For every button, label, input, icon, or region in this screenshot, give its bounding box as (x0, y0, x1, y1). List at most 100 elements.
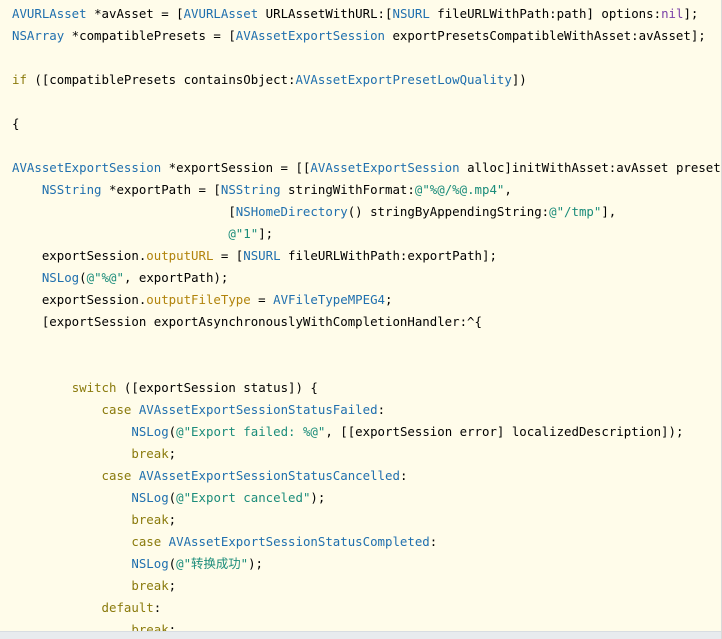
code-token: : (153, 600, 162, 615)
code-token: AVAssetExportSession (310, 160, 460, 175)
code-token: nil (661, 6, 684, 21)
code-token: AVAssetExportSessionStatusCancelled (138, 468, 400, 483)
code-token: ([compatiblePresets containsObject: (26, 72, 296, 87)
code-token: = [ (213, 248, 244, 263)
code-token: @"Export canceled" (176, 490, 311, 505)
horizontal-scrollbar[interactable] (0, 631, 721, 639)
code-line[interactable]: break; (12, 577, 176, 595)
code-token: @"Export failed: %@" (176, 424, 326, 439)
code-token: NSHomeDirectory (235, 204, 348, 219)
code-token: switch (71, 380, 117, 395)
code-line[interactable]: @"1"]; (12, 225, 273, 243)
code-token: ); (248, 556, 264, 571)
code-token: , exportPath); (123, 270, 229, 285)
code-token: *avAsset = [ (86, 6, 184, 21)
code-line[interactable]: NSString *exportPath = [NSString stringW… (12, 181, 512, 199)
code-token: NSArray (12, 28, 65, 43)
code-token: [ (12, 204, 236, 219)
code-token: exportSession. (12, 292, 147, 307)
code-line[interactable]: case AVAssetExportSessionStatusFailed: (12, 401, 386, 419)
code-token: : (429, 534, 438, 549)
code-line[interactable]: NSLog(@"转换成功"); (12, 555, 263, 573)
code-token: ); (310, 490, 326, 505)
code-line[interactable]: if ([compatiblePresets containsObject:AV… (12, 71, 527, 89)
code-token: AVAssetExportSessionStatusFailed (138, 402, 378, 417)
code-line[interactable]: break; (12, 445, 176, 463)
code-editor[interactable]: AVURLAsset *avAsset = [AVURLAsset URLAss… (0, 0, 722, 639)
code-token: stringWithFormat: (280, 182, 415, 197)
code-token: ; (168, 446, 177, 461)
code-token: ; (168, 512, 177, 527)
code-token: AVFileTypeMPEG4 (273, 292, 386, 307)
code-token: case (131, 534, 162, 549)
code-line[interactable]: NSLog(@"%@", exportPath); (12, 269, 229, 287)
code-token: case (101, 468, 132, 483)
code-token: ]; (258, 226, 274, 241)
code-line[interactable]: exportSession.outputFileType = AVFileTyp… (12, 291, 393, 309)
code-token: : (399, 468, 408, 483)
code-token: NSLog (131, 490, 169, 505)
code-line[interactable]: AVURLAsset *avAsset = [AVURLAsset URLAss… (12, 5, 698, 23)
code-token: break (131, 578, 169, 593)
code-token: ( (79, 270, 87, 285)
code-token: exportPresetsCompatibleWithAsset:avAsset… (385, 28, 706, 43)
code-token: : (377, 402, 386, 417)
code-line[interactable]: case AVAssetExportSessionStatusCompleted… (12, 533, 437, 551)
code-token: *compatiblePresets = [ (64, 28, 236, 43)
code-token: = (250, 292, 274, 307)
code-line[interactable]: NSLog(@"Export canceled"); (12, 489, 325, 507)
code-token: AVURLAsset (183, 6, 259, 21)
code-token: ; (168, 578, 177, 593)
code-line[interactable]: { (12, 115, 19, 133)
code-token: AVURLAsset (12, 6, 87, 21)
code-token: NSLog (41, 270, 80, 285)
code-token: outputURL (146, 248, 214, 263)
code-token: break (131, 446, 169, 461)
code-token: @"1" (228, 226, 259, 241)
code-token: ; (385, 292, 393, 307)
code-token: () stringByAppendingString: (347, 204, 550, 219)
code-line[interactable]: case AVAssetExportSessionStatusCancelled… (12, 467, 408, 485)
code-token: @"/tmp" (549, 204, 602, 219)
code-token: @"%@" (86, 270, 124, 285)
code-line[interactable]: exportSession.outputURL = [NSURL fileURL… (12, 247, 497, 265)
code-token: ([exportSession status]) { (116, 380, 318, 395)
code-token: @"转换成功" (176, 556, 249, 571)
code-line[interactable]: switch ([exportSession status]) { (12, 379, 318, 397)
code-line[interactable]: AVAssetExportSession *exportSession = [[… (12, 159, 722, 177)
code-token: break (131, 512, 169, 527)
code-token: { (12, 116, 20, 131)
code-token: default (101, 600, 154, 615)
code-line[interactable]: NSLog(@"Export failed: %@", [[exportSess… (12, 423, 683, 441)
code-line[interactable]: [exportSession exportAsynchronouslyWithC… (12, 313, 482, 331)
code-line[interactable]: break; (12, 511, 176, 529)
code-token: [exportSession exportAsynchronouslyWithC… (12, 314, 482, 329)
code-token: fileURLWithPath:exportPath]; (280, 248, 497, 263)
code-token: NSURL (392, 6, 430, 21)
code-token: AVAssetExportSessionStatusCompleted (168, 534, 430, 549)
code-token: ], (601, 204, 617, 219)
code-token: NSLog (131, 424, 169, 439)
code-line[interactable]: NSArray *compatiblePresets = [AVAssetExp… (12, 27, 706, 45)
code-line[interactable]: default: (12, 599, 162, 617)
code-token: NSString (41, 182, 102, 197)
code-token: ]) (511, 72, 527, 87)
code-token: alloc]initWithAsset:avAsset presetN (459, 160, 722, 175)
code-line[interactable]: [NSHomeDirectory() stringByAppendingStri… (12, 203, 616, 221)
code-token: AVAssetExportPresetLowQuality (295, 72, 512, 87)
code-token: NSURL (243, 248, 281, 263)
